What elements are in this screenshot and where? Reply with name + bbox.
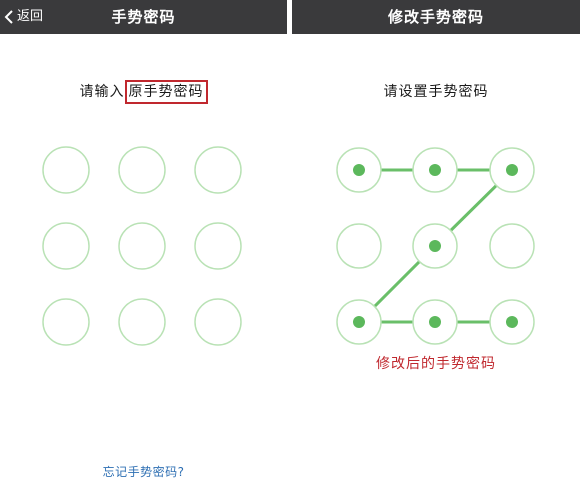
left-panel: 返回 手势密码 请输入 原手势密码 忘记手势密码? <box>0 0 287 497</box>
pattern-dot-9[interactable] <box>489 299 535 345</box>
pattern-dot-center <box>429 240 441 252</box>
pattern-dot-ring <box>336 223 382 269</box>
pattern-dot-6[interactable] <box>489 223 535 269</box>
pattern-dot-center <box>429 316 441 328</box>
pattern-dot-center <box>506 164 518 176</box>
right-panel: 修改手势密码 请设置手势密码 修改后的手势密码 <box>292 0 580 497</box>
pattern-dot-center <box>506 316 518 328</box>
pattern-dot-ring <box>42 146 90 194</box>
forgot-password-link[interactable]: 忘记手势密码? <box>0 463 287 480</box>
gesture-pattern-grid-left[interactable] <box>0 0 287 400</box>
pattern-dot-3[interactable] <box>489 147 535 193</box>
pattern-dot-ring <box>194 146 242 194</box>
pattern-dot-3[interactable] <box>194 146 242 194</box>
gesture-pattern-grid-right[interactable] <box>292 0 580 400</box>
pattern-dot-ring <box>42 298 90 346</box>
pattern-dot-ring <box>194 298 242 346</box>
pattern-dot-8[interactable] <box>412 299 458 345</box>
pattern-dot-1[interactable] <box>336 147 382 193</box>
pattern-dot-6[interactable] <box>194 222 242 270</box>
pattern-dot-ring <box>194 222 242 270</box>
pattern-dot-ring <box>118 222 166 270</box>
pattern-dot-ring <box>42 222 90 270</box>
pattern-dot-4[interactable] <box>42 222 90 270</box>
pattern-dot-center <box>353 316 365 328</box>
pattern-dot-7[interactable] <box>42 298 90 346</box>
pattern-dot-ring <box>489 223 535 269</box>
pattern-dot-2[interactable] <box>412 147 458 193</box>
modified-pattern-annotation: 修改后的手势密码 <box>376 356 496 372</box>
pattern-dot-8[interactable] <box>118 298 166 346</box>
pattern-dot-1[interactable] <box>42 146 90 194</box>
pattern-dot-9[interactable] <box>194 298 242 346</box>
pattern-dot-7[interactable] <box>336 299 382 345</box>
pattern-dot-center <box>429 164 441 176</box>
pattern-dot-ring <box>118 298 166 346</box>
pattern-dot-5[interactable] <box>412 223 458 269</box>
pattern-dot-ring <box>118 146 166 194</box>
pattern-dot-2[interactable] <box>118 146 166 194</box>
pattern-dot-center <box>353 164 365 176</box>
pattern-dot-5[interactable] <box>118 222 166 270</box>
pattern-dot-4[interactable] <box>336 223 382 269</box>
